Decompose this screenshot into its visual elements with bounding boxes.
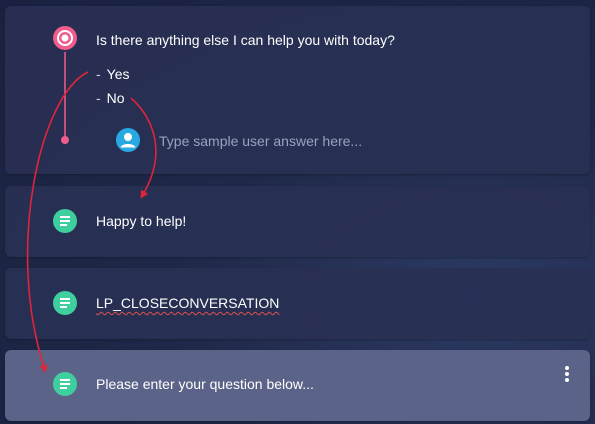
- text-lines-icon: [53, 291, 77, 315]
- option-label: Yes: [106, 66, 130, 82]
- question-card[interactable]: Is there anything else I can help you wi…: [5, 6, 590, 174]
- text-lines-icon: [53, 372, 77, 396]
- option-no[interactable]: - No: [96, 90, 125, 106]
- message-text: Please enter your question below...: [96, 376, 314, 392]
- option-dash: -: [96, 90, 101, 106]
- message-card[interactable]: Happy to help!: [5, 186, 590, 257]
- radio-target-icon: [53, 26, 77, 50]
- selected-message-card[interactable]: Please enter your question below...: [5, 350, 590, 421]
- option-dash: -: [96, 66, 101, 82]
- option-yes[interactable]: - Yes: [96, 66, 130, 82]
- user-avatar-icon: [116, 128, 140, 152]
- more-vertical-icon[interactable]: [562, 366, 572, 386]
- option-label: No: [106, 90, 125, 106]
- message-text: Happy to help!: [96, 213, 187, 229]
- action-text: LP_CLOSECONVERSATION: [96, 295, 280, 311]
- action-card[interactable]: LP_CLOSECONVERSATION: [5, 268, 590, 339]
- text-lines-icon: [53, 209, 77, 233]
- user-answer-input[interactable]: [159, 133, 419, 149]
- question-text: Is there anything else I can help you wi…: [96, 32, 395, 48]
